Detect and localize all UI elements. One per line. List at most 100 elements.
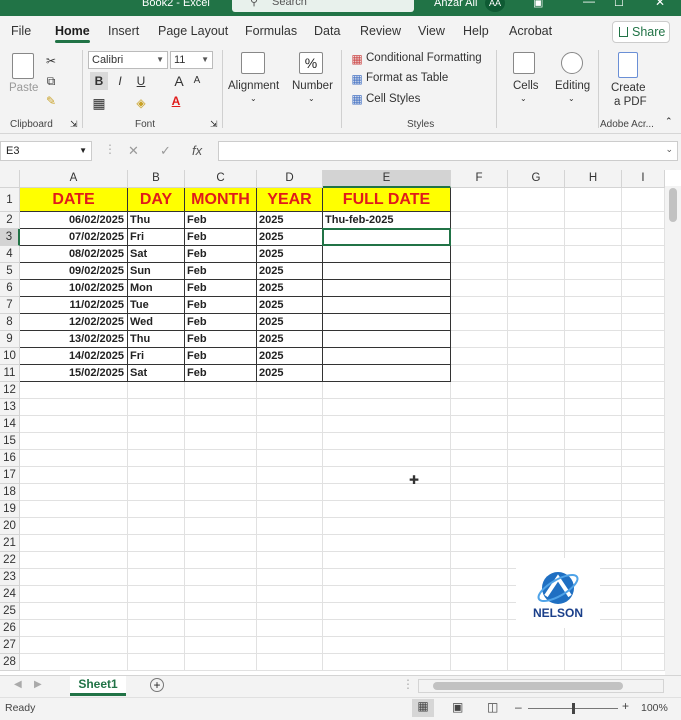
column-header[interactable]: B (128, 170, 185, 188)
empty-cell[interactable] (257, 637, 323, 654)
empty-cell[interactable] (622, 314, 665, 331)
empty-cell[interactable] (565, 297, 622, 314)
tab-help[interactable]: Help (463, 24, 489, 38)
empty-cell[interactable] (323, 518, 451, 535)
scroll-thumb[interactable] (433, 682, 623, 690)
tab-insert[interactable]: Insert (108, 24, 139, 38)
options-icon[interactable]: ⋮ (104, 142, 116, 156)
empty-cell[interactable] (451, 586, 508, 603)
empty-cell[interactable] (257, 552, 323, 569)
empty-cell[interactable] (185, 586, 257, 603)
row-header[interactable]: 20 (0, 518, 20, 535)
table-cell[interactable]: Mon (128, 280, 185, 297)
empty-cell[interactable] (565, 229, 622, 246)
empty-cell[interactable] (257, 467, 323, 484)
column-header[interactable]: I (622, 170, 665, 188)
column-header[interactable]: G (508, 170, 565, 188)
table-cell[interactable]: 2025 (257, 212, 323, 229)
empty-cell[interactable] (20, 382, 128, 399)
number-button[interactable]: Number (292, 80, 333, 92)
share-button[interactable]: Share (612, 21, 670, 43)
table-cell[interactable]: 12/02/2025 (20, 314, 128, 331)
empty-cell[interactable] (508, 188, 565, 212)
empty-cell[interactable] (451, 535, 508, 552)
row-header[interactable]: 16 (0, 450, 20, 467)
empty-cell[interactable] (622, 416, 665, 433)
empty-cell[interactable] (622, 399, 665, 416)
borders-icon[interactable]: ▦ (90, 94, 108, 112)
empty-cell[interactable] (622, 467, 665, 484)
empty-cell[interactable] (128, 586, 185, 603)
tab-file[interactable]: File (11, 24, 31, 38)
close-icon[interactable]: ✕ (655, 0, 665, 9)
row-header[interactable]: 11 (0, 365, 20, 382)
avatar[interactable]: AA (485, 0, 505, 12)
empty-cell[interactable] (565, 331, 622, 348)
normal-view-icon[interactable]: ▦ (412, 699, 434, 717)
table-cell[interactable] (323, 263, 451, 280)
empty-cell[interactable] (451, 467, 508, 484)
empty-cell[interactable] (323, 603, 451, 620)
table-cell[interactable]: 2025 (257, 348, 323, 365)
cells-icon[interactable] (513, 52, 535, 74)
cell-styles-button[interactable]: Cell Styles (366, 93, 420, 105)
empty-cell[interactable] (185, 467, 257, 484)
empty-cell[interactable] (323, 450, 451, 467)
create-pdf-label-2[interactable]: a PDF (614, 96, 647, 108)
row-header[interactable]: 24 (0, 586, 20, 603)
empty-cell[interactable] (128, 467, 185, 484)
empty-cell[interactable] (257, 654, 323, 671)
empty-cell[interactable] (622, 501, 665, 518)
row-header[interactable]: 2 (0, 212, 20, 229)
empty-cell[interactable] (185, 654, 257, 671)
empty-cell[interactable] (128, 382, 185, 399)
row-header[interactable]: 28 (0, 654, 20, 671)
table-header-cell[interactable]: DAY (128, 188, 185, 212)
table-cell[interactable]: 15/02/2025 (20, 365, 128, 382)
empty-cell[interactable] (622, 535, 665, 552)
empty-cell[interactable] (20, 620, 128, 637)
row-header[interactable]: 23 (0, 569, 20, 586)
table-cell[interactable]: Feb (185, 263, 257, 280)
empty-cell[interactable] (20, 535, 128, 552)
empty-cell[interactable] (20, 467, 128, 484)
empty-cell[interactable] (508, 331, 565, 348)
empty-cell[interactable] (622, 552, 665, 569)
empty-cell[interactable] (508, 501, 565, 518)
empty-cell[interactable] (508, 467, 565, 484)
font-name-select[interactable]: Calibri ▼ (88, 51, 168, 69)
row-header[interactable]: 12 (0, 382, 20, 399)
table-cell[interactable]: 2025 (257, 365, 323, 382)
empty-cell[interactable] (451, 433, 508, 450)
empty-cell[interactable] (622, 212, 665, 229)
empty-cell[interactable] (508, 212, 565, 229)
empty-cell[interactable] (128, 484, 185, 501)
table-cell[interactable]: Feb (185, 246, 257, 263)
empty-cell[interactable] (508, 263, 565, 280)
empty-cell[interactable] (323, 569, 451, 586)
empty-cell[interactable] (508, 637, 565, 654)
empty-cell[interactable] (451, 212, 508, 229)
table-cell[interactable]: 2025 (257, 263, 323, 280)
table-cell[interactable] (323, 331, 451, 348)
row-header[interactable]: 6 (0, 280, 20, 297)
empty-cell[interactable] (622, 348, 665, 365)
empty-cell[interactable] (323, 484, 451, 501)
empty-cell[interactable] (508, 229, 565, 246)
empty-cell[interactable] (451, 552, 508, 569)
empty-cell[interactable] (451, 399, 508, 416)
empty-cell[interactable] (565, 535, 622, 552)
row-header[interactable]: 1 (0, 188, 20, 212)
table-cell[interactable]: 13/02/2025 (20, 331, 128, 348)
empty-cell[interactable] (622, 637, 665, 654)
collapse-ribbon-icon[interactable]: ⌃ (665, 116, 673, 127)
empty-cell[interactable] (185, 450, 257, 467)
table-cell[interactable]: Sat (128, 365, 185, 382)
row-header[interactable]: 22 (0, 552, 20, 569)
alignment-icon[interactable] (241, 52, 265, 74)
empty-cell[interactable] (323, 433, 451, 450)
row-header[interactable]: 17 (0, 467, 20, 484)
empty-cell[interactable] (20, 501, 128, 518)
empty-cell[interactable] (451, 365, 508, 382)
add-sheet-icon[interactable]: + (150, 678, 164, 692)
